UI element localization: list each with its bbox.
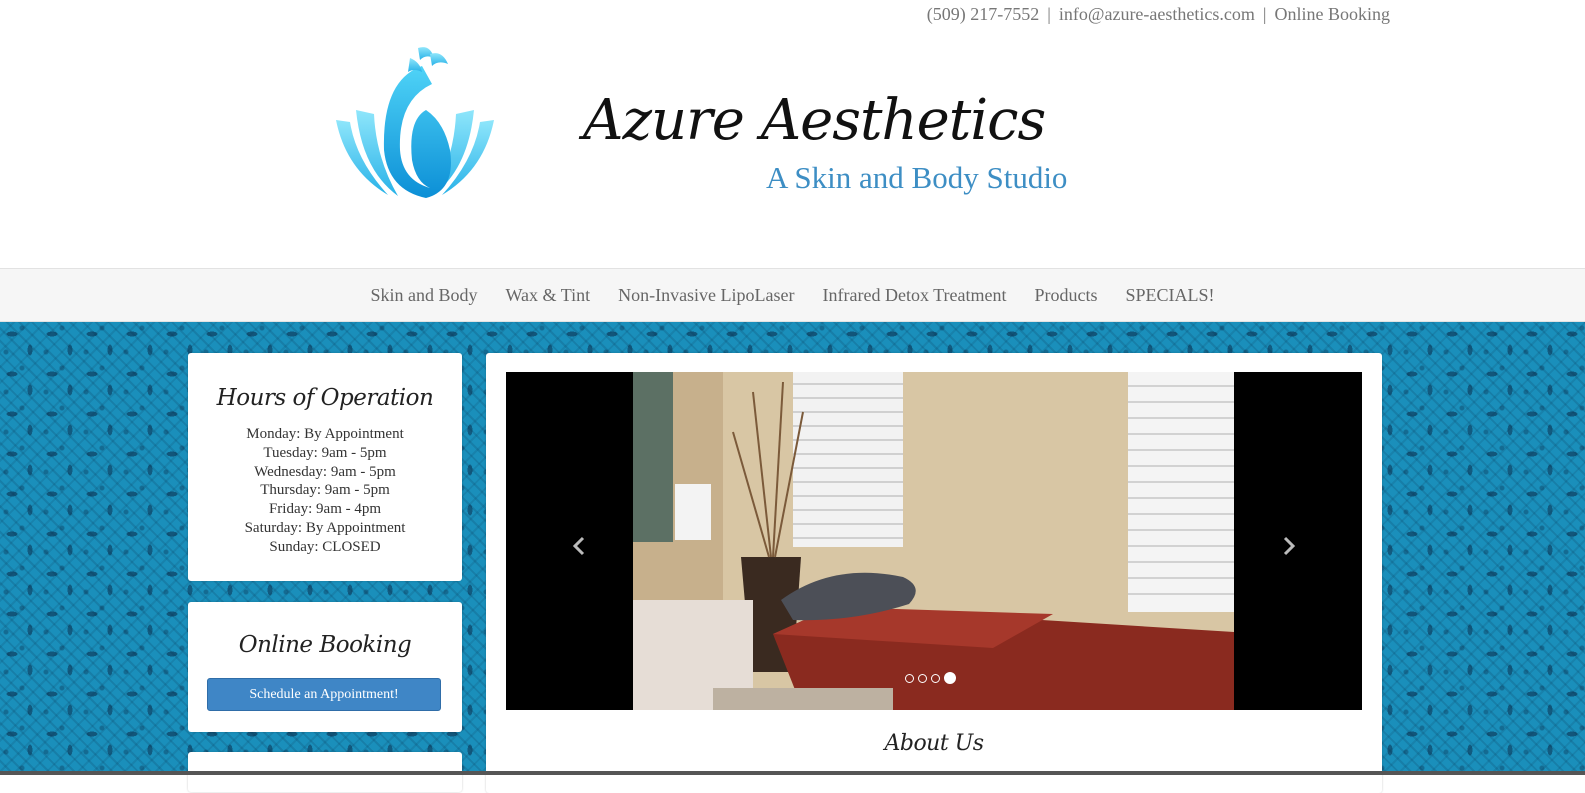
online-booking-link[interactable]: Online Booking	[1275, 4, 1391, 24]
nav-item-skin-and-body[interactable]: Skin and Body	[370, 285, 477, 306]
nav-item-infrared-detox[interactable]: Infrared Detox Treatment	[823, 285, 1007, 306]
hours-title: Hours of Operation	[216, 385, 434, 411]
hours-line: Saturday: By Appointment	[244, 519, 406, 536]
image-slider[interactable]	[506, 372, 1362, 710]
peacock-logo-icon[interactable]	[326, 40, 504, 202]
nav-item-specials[interactable]: SPECIALS!	[1125, 285, 1214, 306]
schedule-appointment-button[interactable]: Schedule an Appointment!	[207, 678, 441, 711]
slider-dot[interactable]	[905, 673, 914, 683]
slider-dots	[905, 672, 956, 684]
slider-dot[interactable]	[931, 673, 940, 683]
about-us-heading: About Us	[884, 731, 984, 756]
slider-dot[interactable]	[918, 673, 927, 683]
slide-image	[633, 372, 1234, 710]
hours-line: Sunday: CLOSED	[269, 538, 381, 555]
hours-list: Monday: By Appointment Tuesday: 9am - 5p…	[188, 425, 462, 557]
booking-widget: Online Booking Schedule an Appointment!	[188, 602, 462, 732]
hours-widget: Hours of Operation Monday: By Appointmen…	[188, 353, 462, 581]
slider-prev-icon[interactable]	[570, 536, 590, 556]
separator: |	[1047, 4, 1051, 24]
nav-item-products[interactable]: Products	[1034, 285, 1097, 306]
hours-line: Tuesday: 9am - 5pm	[263, 444, 387, 461]
hours-line: Monday: By Appointment	[246, 426, 404, 442]
main-content: About Us	[486, 353, 1382, 793]
site-subtitle: A Skin and Body Studio	[766, 160, 1068, 195]
site-title[interactable]: Azure Aesthetics	[583, 88, 1046, 153]
separator: |	[1262, 4, 1267, 24]
hours-line: Thursday: 9am - 5pm	[260, 482, 390, 499]
contact-bar: (509) 217-7552 | info@azure-aesthetics.com…	[927, 4, 1390, 25]
hours-line: Friday: 9am - 4pm	[268, 501, 382, 518]
slider-dot-active[interactable]	[944, 672, 956, 684]
nav-item-wax-tint[interactable]: Wax & Tint	[506, 285, 591, 306]
phone-link[interactable]: (509) 217-7552	[927, 4, 1039, 24]
footer-strip	[0, 771, 1585, 775]
slider-next-icon[interactable]	[1278, 536, 1298, 556]
nav-item-lipolaser[interactable]: Non-Invasive LipoLaser	[618, 285, 794, 306]
hours-line: Wednesday: 9am - 5pm	[254, 463, 396, 480]
email-link[interactable]: info@azure-aesthetics.com	[1059, 4, 1255, 24]
booking-title: Online Booking	[238, 632, 412, 658]
main-nav: Skin and Body Wax & Tint Non-Invasive Li…	[0, 268, 1585, 322]
